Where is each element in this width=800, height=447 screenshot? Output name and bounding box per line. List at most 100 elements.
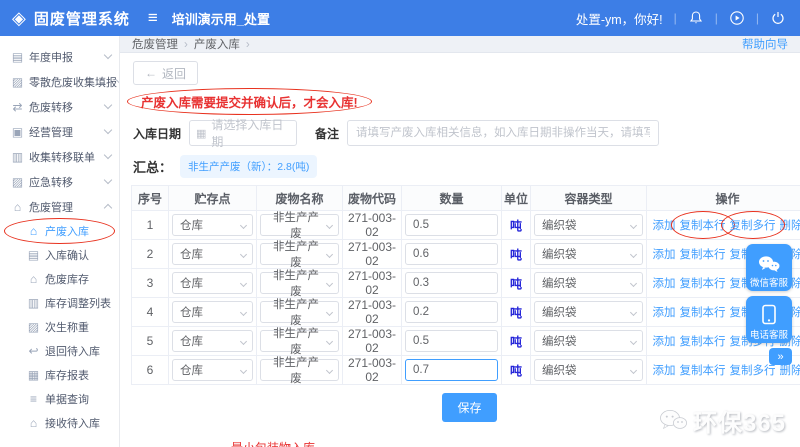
sidebar-item-12[interactable]: ↩ 退回待入库 [0, 339, 119, 363]
container-select[interactable]: 编织袋 [534, 214, 643, 236]
column-header-3: 废物代码 [342, 185, 402, 211]
bell-icon[interactable] [688, 10, 704, 26]
quantity-input[interactable] [405, 359, 498, 381]
storage-select[interactable]: 仓库 [172, 330, 253, 352]
storage-select[interactable]: 仓库 [172, 301, 253, 323]
waste-code: 271-003-02 [342, 355, 402, 385]
storage-select[interactable]: 仓库 [172, 243, 253, 265]
power-icon[interactable] [770, 10, 786, 26]
sidebar-item-6[interactable]: ⌂ 危废管理 [0, 194, 119, 219]
copy-row-link[interactable]: 复制本行 [680, 307, 726, 319]
save-button[interactable]: 保存 [442, 393, 497, 422]
row-index: 2 [131, 239, 169, 269]
current-module-tab[interactable]: 培训演示用_处置 [172, 9, 270, 28]
back-button[interactable]: ← 返回 [133, 61, 199, 85]
doc-pencil-icon: ▨ [11, 174, 24, 189]
storage-select[interactable]: 仓库 [172, 359, 253, 381]
sidebar-item-1[interactable]: ▨ 零散危废收集填报 [0, 69, 119, 94]
unit-label: 吨 [509, 363, 522, 378]
quantity-input[interactable] [405, 214, 498, 236]
sidebar-item-4[interactable]: ▥ 收集转移联单 [0, 144, 119, 169]
delete-link[interactable]: 删除 [780, 365, 800, 377]
sidebar-item-9[interactable]: ⌂ 危废库存 [0, 267, 119, 291]
storage-select[interactable]: 仓库 [172, 214, 253, 236]
column-header-7: 操作 [646, 185, 800, 211]
quantity-input[interactable] [405, 243, 498, 265]
container-select[interactable]: 编织袋 [534, 359, 643, 381]
chevron-down-icon [103, 150, 113, 160]
table-row: 1仓库非生产产废271-003-02 吨编织袋添加复制本行复制多行删除 [131, 210, 800, 240]
waste-name-select[interactable]: 非生产产废 [260, 328, 339, 356]
sidebar-item-13[interactable]: ▦ 库存报表 [0, 363, 119, 387]
copy-row-link[interactable]: 复制本行 [680, 220, 726, 232]
sidebar-item-0[interactable]: ▤ 年度申报 [0, 44, 119, 69]
add-link[interactable]: 添加 [653, 278, 676, 290]
add-link[interactable]: 添加 [653, 220, 676, 232]
sidebar-item-5[interactable]: ▨ 应急转移 [0, 169, 119, 194]
quantity-input[interactable] [405, 330, 498, 352]
sidebar-item-8[interactable]: ▤ 入库确认 [0, 243, 119, 267]
waste-name-select[interactable]: 非生产产废 [260, 299, 339, 327]
delete-link[interactable]: 删除 [780, 220, 800, 232]
chevron-down-icon [239, 221, 248, 230]
sidebar-item-10[interactable]: ▥ 库存调整列表 [0, 291, 119, 315]
waste-code: 271-003-02 [342, 297, 402, 327]
row-index: 3 [131, 268, 169, 298]
sidebar-item-2[interactable]: ⇄ 危废转移 [0, 94, 119, 119]
remark-label: 备注 [315, 126, 340, 141]
copy-row-link[interactable]: 复制本行 [680, 278, 726, 290]
sidebar-item-3[interactable]: ▣ 经营管理 [0, 119, 119, 144]
date-label: 入库日期 [133, 126, 182, 141]
phone-service-button[interactable]: 电话客服 [746, 296, 792, 343]
copy-row-link[interactable]: 复制本行 [680, 336, 726, 348]
add-link[interactable]: 添加 [653, 307, 676, 319]
collapse-widgets-button[interactable]: » [769, 348, 792, 365]
menu-collapse-icon[interactable]: ≡ [148, 8, 158, 28]
sidebar-item-11[interactable]: ▨ 次生称重 [0, 315, 119, 339]
container-select[interactable]: 编织袋 [534, 243, 643, 265]
sidebar-item-7[interactable]: ⌂ 产废入库 [0, 218, 119, 244]
table-row: 3仓库非生产产废271-003-02吨编织袋添加复制本行复制多行删除 [131, 268, 800, 298]
container-select[interactable]: 编织袋 [534, 301, 643, 323]
chevron-down-icon [325, 250, 334, 259]
waste-name-select[interactable]: 非生产产废 [260, 357, 339, 385]
waste-name-select[interactable]: 非生产产废 [260, 270, 339, 298]
breadcrumb-separator: › [245, 39, 250, 51]
play-circle-icon[interactable] [729, 10, 745, 26]
sidebar-item-15[interactable]: ⌂ 接收待入库 [0, 411, 119, 435]
add-link[interactable]: 添加 [653, 365, 676, 377]
container-select[interactable]: 编织袋 [534, 272, 643, 294]
wechat-service-button[interactable]: 微信客服 [746, 244, 792, 291]
chevron-down-icon [629, 279, 638, 288]
quantity-input[interactable] [405, 272, 498, 294]
add-link[interactable]: 添加 [653, 336, 676, 348]
sidebar-item-label: 年度申报 [29, 51, 73, 64]
unit-label: 吨 [509, 218, 522, 233]
column-header-5: 单位 [501, 185, 531, 211]
container-select[interactable]: 编织袋 [534, 330, 643, 352]
summary-badge: 非生产产废（新）：2.8(吨) [180, 155, 318, 178]
storage-select[interactable]: 仓库 [172, 272, 253, 294]
waste-code: 271-003-02 [342, 210, 402, 240]
breadcrumb-item-1[interactable]: 产废入库 [194, 39, 240, 51]
breadcrumb: 危废管理 › 产废入库 › 帮助向导 [120, 36, 800, 53]
copy-multi-link[interactable]: 复制多行 [730, 220, 776, 232]
monitor-icon: ▣ [11, 124, 24, 139]
calendar-icon: ▦ [196, 127, 207, 140]
copy-row-link[interactable]: 复制本行 [680, 249, 726, 261]
chevron-down-icon [103, 100, 113, 110]
sidebar-item-label: 产废入库 [45, 226, 89, 238]
column-header-2: 废物名称 [256, 185, 343, 211]
waste-name-select[interactable]: 非生产产废 [260, 241, 339, 269]
breadcrumb-item-0[interactable]: 危废管理 [132, 39, 178, 51]
quantity-input[interactable] [405, 301, 498, 323]
copy-row-link[interactable]: 复制本行 [680, 365, 726, 377]
date-input[interactable]: ▦ 请选择入库日期 [189, 118, 298, 149]
unit-label: 吨 [509, 247, 522, 262]
add-link[interactable]: 添加 [653, 249, 676, 261]
copy-multi-link[interactable]: 复制多行 [730, 365, 776, 377]
sidebar-item-14[interactable]: ≡ 单据查询 [0, 387, 119, 411]
help-guide-link[interactable]: 帮助向导 [742, 36, 788, 52]
remark-input[interactable] [347, 120, 660, 146]
waste-name-select[interactable]: 非生产产废 [260, 212, 339, 240]
